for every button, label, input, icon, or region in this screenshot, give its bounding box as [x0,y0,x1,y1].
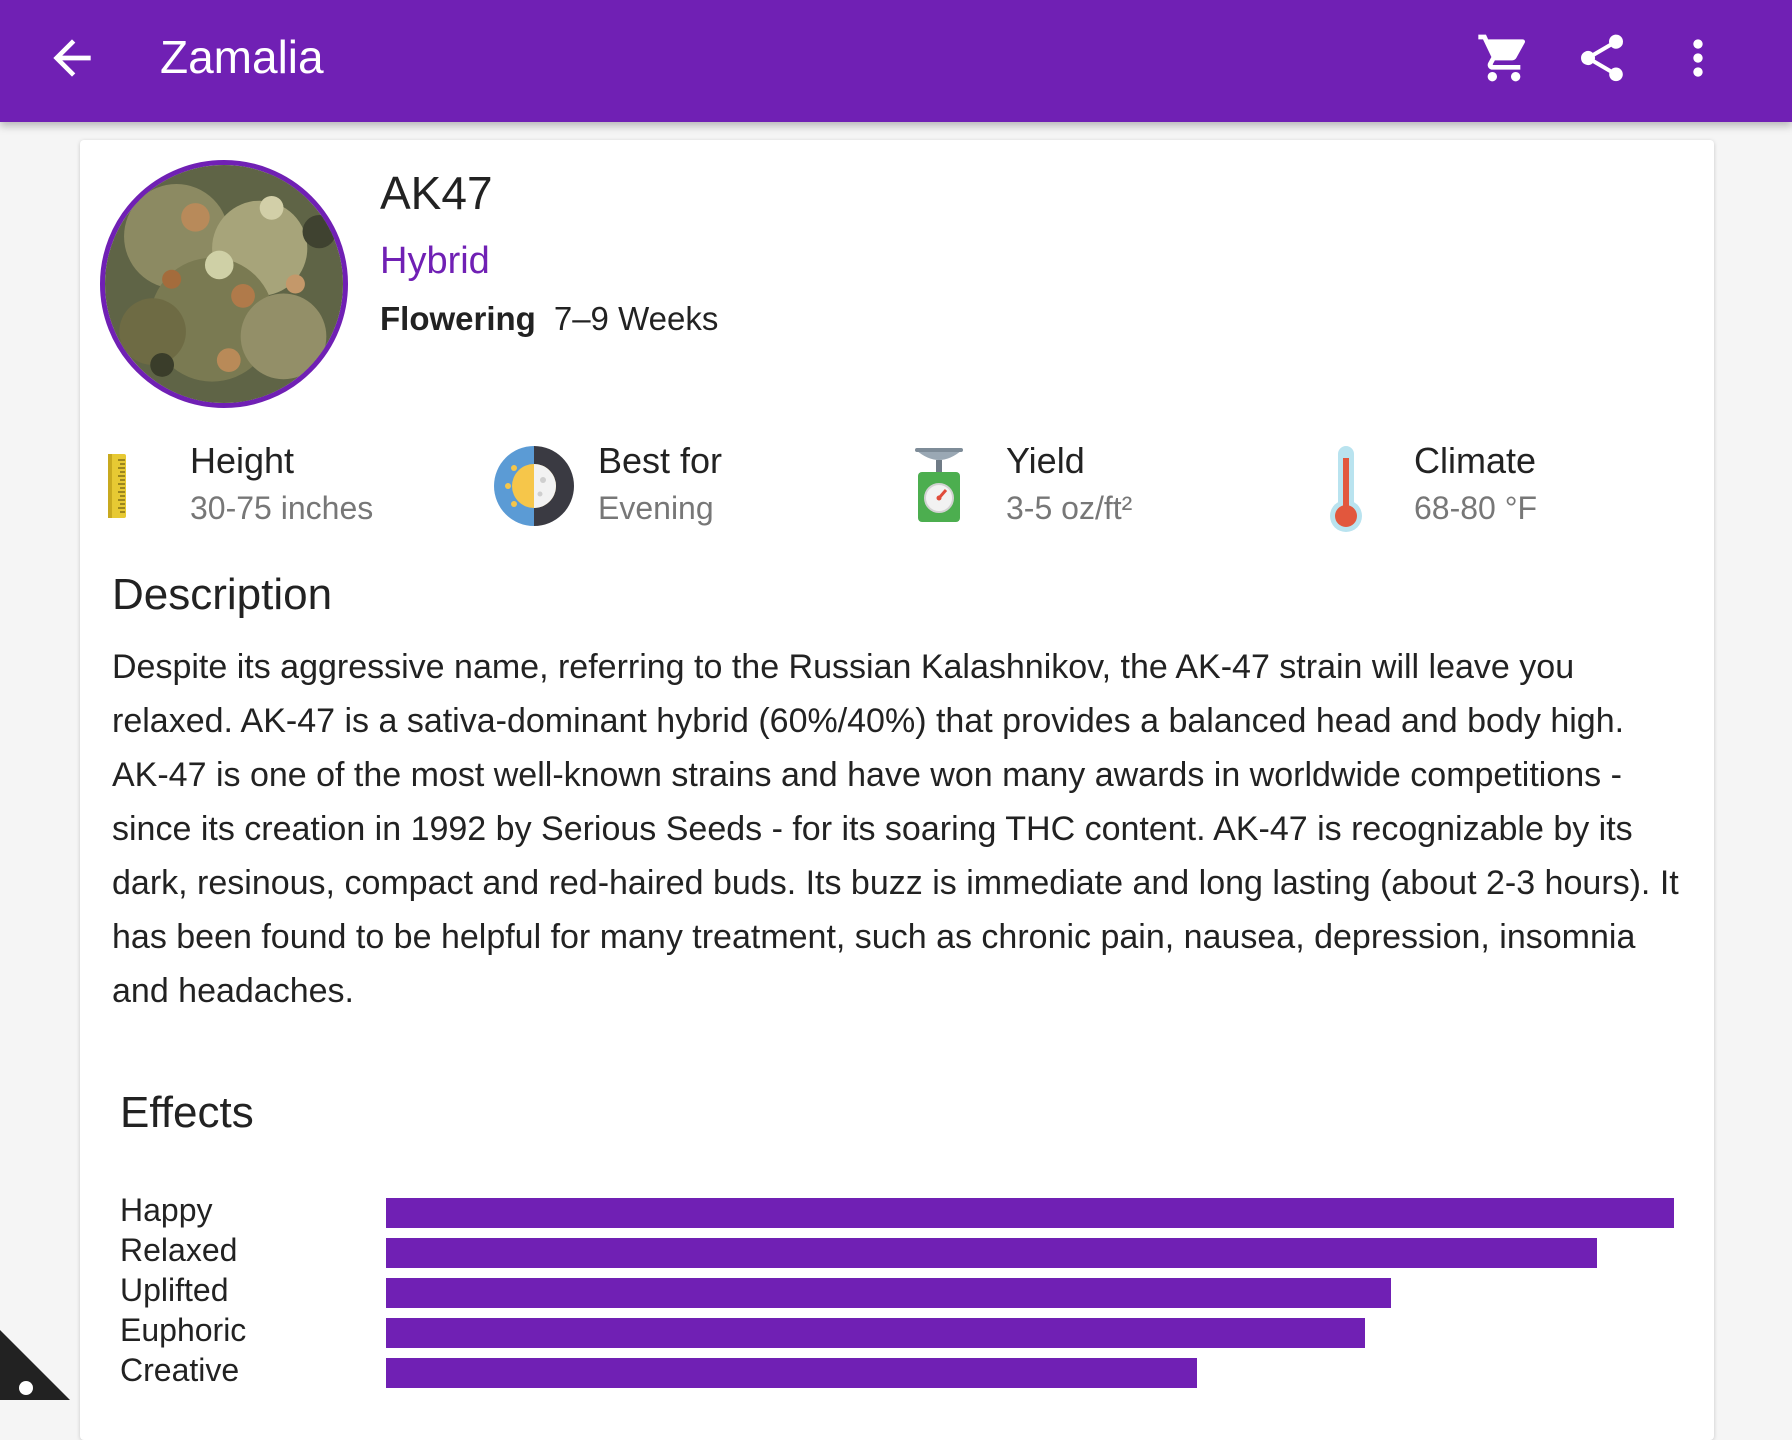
stat-value: Evening [598,490,714,526]
description-heading: Description [112,570,333,619]
more-options-button[interactable] [1670,30,1726,86]
stat-yield: Yield 3-5 oz/ft² [896,440,1296,550]
ruler-icon [80,440,166,536]
effect-bar [386,1238,1597,1268]
strain-name: AK47 [380,167,493,219]
effect-label: Happy [120,1192,213,1228]
share-icon [1580,34,1624,82]
stat-climate: Climate 68-80 °F [1304,440,1704,550]
day-night-icon [488,440,574,536]
flowering-value: 7–9 Weeks [553,300,719,337]
effect-row: Uplifted [120,1270,1680,1310]
app-title: Zamalia [160,31,324,83]
effect-label: Euphoric [120,1312,247,1348]
stat-label: Climate [1414,440,1537,481]
stat-label: Height [190,440,295,481]
stat-label: Yield [1006,440,1085,481]
effect-row: Creative [120,1350,1680,1390]
app-bar: Zamalia [0,0,1792,122]
bud-photo [105,165,343,403]
strain-image[interactable] [100,160,348,408]
effect-label: Uplifted [120,1272,229,1308]
effects-heading: Effects [120,1088,254,1137]
strain-type: Hybrid [380,240,490,282]
effects-chart: Happy Relaxed Uplifted Euphoric Creative [120,1190,1680,1390]
cart-button[interactable] [1476,30,1532,86]
arrow-back-icon [53,39,91,77]
back-button[interactable] [44,30,100,86]
gear-icon [19,1381,33,1395]
description-text: Despite its aggressive name, referring t… [112,648,1679,1010]
effect-row: Relaxed [120,1230,1680,1270]
stat-value: 68-80 °F [1414,490,1538,526]
effect-bar [386,1358,1198,1388]
stat-height: Height 30-75 inches [80,440,480,550]
scale-icon [896,440,982,536]
effect-row: Euphoric [120,1310,1680,1350]
effect-bar [386,1198,1674,1228]
stat-best-for: Best for Evening [488,440,888,550]
stat-value: 3-5 oz/ft² [1006,490,1133,526]
settings-corner-button[interactable] [0,1330,70,1400]
share-button[interactable] [1574,30,1630,86]
effect-row: Happy [120,1190,1680,1230]
strain-card: AK47 Hybrid Flowering 7–9 Weeks Height 3… [80,140,1714,1440]
more-vert-icon [1693,39,1703,77]
stat-label: Best for [598,440,723,481]
flowering-time: Flowering 7–9 Weeks [380,300,718,338]
effect-bar [386,1318,1365,1348]
effect-label: Creative [120,1352,240,1388]
thermometer-icon [1304,440,1390,536]
flowering-label: Flowering [380,300,536,337]
stat-value: 30-75 inches [190,490,374,526]
effect-bar [386,1278,1391,1308]
effect-label: Relaxed [120,1232,238,1268]
cart-icon [1478,34,1526,82]
